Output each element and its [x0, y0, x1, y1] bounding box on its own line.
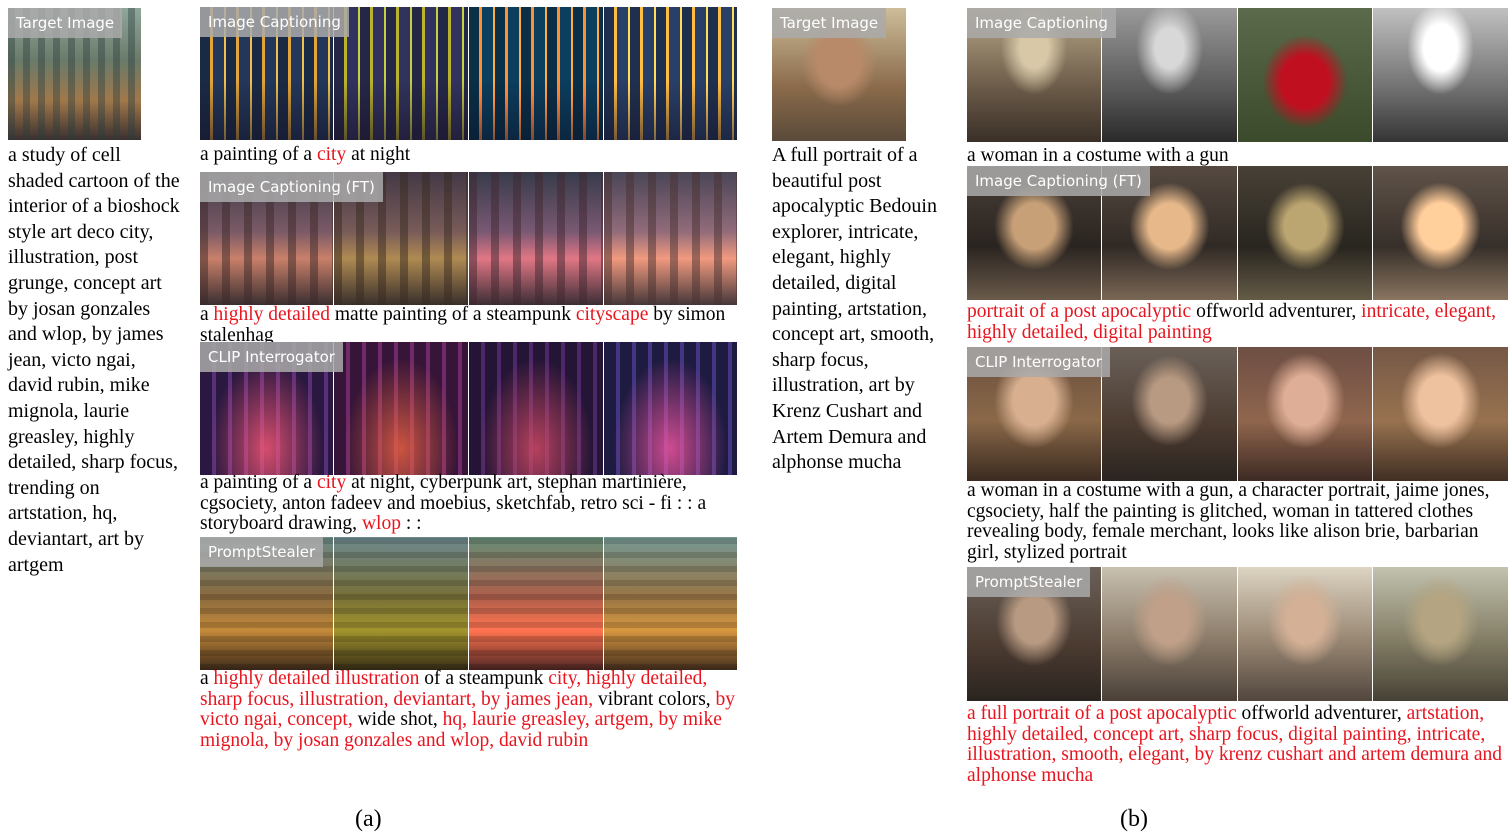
generated-image: [1238, 567, 1372, 701]
generated-image: [469, 342, 603, 475]
generated-image: [604, 342, 737, 475]
generated-image: [1238, 8, 1372, 142]
generated-image: [334, 537, 468, 670]
method-tag: Image Captioning: [967, 8, 1116, 38]
generated-image: [1373, 567, 1508, 701]
subfigure-label-a: (a): [355, 806, 382, 832]
target-prompt-a: a study of cell shaded cartoon of the in…: [8, 144, 180, 576]
caption-a-3: a highly detailed illustration of a stea…: [200, 668, 736, 751]
generated-image: [1102, 567, 1237, 701]
caption-b-3: a full portrait of a post apocalyptic of…: [967, 703, 1503, 786]
generated-image: [1238, 166, 1372, 300]
generated-image: [334, 342, 468, 475]
caption-b-2: a woman in a costume with a gun, a chara…: [967, 480, 1490, 563]
image-strip: Image Captioning (FT): [967, 166, 1508, 300]
method-tag: PromptStealer: [967, 567, 1091, 597]
method-tag: Image Captioning (FT): [967, 166, 1150, 196]
image-strip: CLIP Interrogator: [200, 342, 737, 475]
generated-image: [469, 537, 603, 670]
target-image-tag: Target Image: [8, 8, 123, 38]
generated-image: [1102, 347, 1237, 481]
target-prompt-b: A full portrait of a beautiful post apoc…: [772, 144, 937, 474]
method-tag: Image Captioning (FT): [200, 172, 383, 202]
generated-image: [604, 172, 737, 305]
image-strip: Image Captioning: [200, 7, 737, 140]
generated-image: [604, 537, 737, 670]
method-tag: CLIP Interrogator: [967, 347, 1110, 377]
target-image-b: Target Image: [772, 8, 906, 141]
image-strip: PromptStealer: [967, 567, 1508, 701]
generated-image: [1373, 166, 1508, 300]
image-strip: PromptStealer: [200, 537, 737, 670]
subfigure-label-b: (b): [1120, 806, 1148, 832]
target-image-a: Target Image: [8, 8, 141, 140]
image-strip: Image Captioning (FT): [200, 172, 737, 305]
method-tag: Image Captioning: [200, 7, 349, 37]
generated-image: [469, 7, 603, 140]
caption-a-2: a painting of a city at night, cyberpunk…: [200, 472, 707, 534]
generated-image: [604, 7, 737, 140]
method-tag: PromptStealer: [200, 537, 324, 567]
target-image-tag: Target Image: [772, 8, 887, 38]
caption-a-0: a painting of a city at night: [200, 144, 411, 165]
caption-a-1: a highly detailed matte painting of a st…: [200, 304, 726, 346]
method-tag: CLIP Interrogator: [200, 342, 343, 372]
image-strip: CLIP Interrogator: [967, 347, 1508, 481]
generated-image: [1373, 8, 1508, 142]
generated-image: [1238, 347, 1372, 481]
caption-b-0: a woman in a costume with a gun: [967, 145, 1229, 166]
generated-image: [469, 172, 603, 305]
generated-image: [1373, 347, 1508, 481]
caption-b-1: portrait of a post apocalyptic offworld …: [967, 301, 1496, 343]
image-strip: Image Captioning: [967, 8, 1508, 142]
generated-image: [334, 7, 468, 140]
generated-image: [1102, 8, 1237, 142]
